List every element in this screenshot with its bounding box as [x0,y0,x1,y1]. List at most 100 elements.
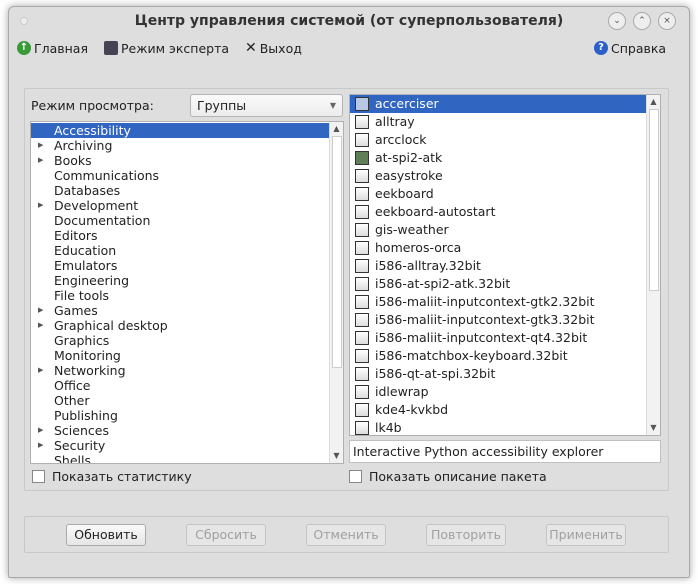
group-label: Books [54,153,92,168]
reset-button[interactable]: Сбросить [186,524,266,546]
group-item[interactable]: Monitoring [31,348,329,363]
package-item[interactable]: arcclock [350,131,647,149]
package-checkbox[interactable] [355,133,369,147]
group-label: Engineering [54,273,129,288]
show-description-checkbox[interactable]: Показать описание пакета [349,469,547,484]
package-item[interactable]: i586-matchbox-keyboard.32bit [350,347,647,365]
group-item[interactable]: ▶ Books [31,153,329,168]
show-stats-checkbox[interactable]: Показать статистику [32,469,192,484]
group-item[interactable]: Shells [31,453,329,463]
scroll-up-icon[interactable]: ▲ [647,95,660,109]
scroll-up-icon[interactable]: ▲ [330,122,343,136]
package-checkbox[interactable] [355,349,369,363]
group-item[interactable]: Accessibility [31,123,329,138]
package-checkbox[interactable] [355,403,369,417]
group-item[interactable]: Databases [31,183,329,198]
packages-list[interactable]: lk4b kde4-kvkbd idlewrap i586-qt-at-spi.32b… [349,94,661,436]
package-item[interactable]: homeros-orca [350,239,647,257]
package-item[interactable]: alltray [350,113,647,131]
package-name: i586-maliit-inputcontext-qt4.32bit [375,330,588,345]
package-item[interactable]: i586-alltray.32bit [350,257,647,275]
scroll-down-icon[interactable]: ▼ [647,421,660,435]
group-item[interactable]: File tools [31,288,329,303]
package-checkbox[interactable] [355,367,369,381]
package-checkbox[interactable] [355,169,369,183]
package-name: eekboard-autostart [375,204,496,219]
package-checkbox[interactable] [355,97,369,111]
expand-arrow-icon[interactable]: ▶ [38,198,43,213]
package-name: arcclock [375,132,427,147]
package-item[interactable]: eekboard [350,185,647,203]
expand-arrow-icon[interactable]: ▶ [38,318,43,333]
group-item[interactable]: Documentation [31,213,329,228]
package-item[interactable]: at-spi2-atk [350,149,647,167]
expand-arrow-icon[interactable]: ▶ [38,303,43,318]
package-item[interactable]: gis-weather [350,221,647,239]
package-item[interactable]: i586-maliit-inputcontext-gtk2.32bit [350,293,647,311]
package-item[interactable]: idlewrap [350,383,647,401]
group-item[interactable]: ▶ Archiving [31,138,329,153]
package-item[interactable]: eekboard-autostart [350,203,647,221]
package-checkbox[interactable] [355,277,369,291]
package-item[interactable]: accerciser [350,95,647,113]
package-item[interactable]: easystroke [350,167,647,185]
group-item[interactable]: Communications [31,168,329,183]
group-item[interactable]: ▶ Games [31,303,329,318]
view-mode-select[interactable]: Группы ▼ [190,94,343,117]
package-checkbox[interactable] [355,331,369,345]
expand-arrow-icon[interactable]: ▶ [38,363,43,378]
package-name: alltray [375,114,415,129]
apply-button[interactable]: Применить [546,524,626,546]
group-item[interactable]: ▶ Graphical desktop [31,318,329,333]
group-item[interactable]: Education [31,243,329,258]
package-item[interactable]: i586-maliit-inputcontext-gtk3.32bit [350,311,647,329]
scroll-thumb[interactable] [649,109,659,291]
package-checkbox[interactable] [355,223,369,237]
package-checkbox[interactable] [355,205,369,219]
group-item[interactable]: Office [31,378,329,393]
scroll-thumb[interactable] [332,136,342,368]
group-item[interactable]: ▶ Sciences [31,423,329,438]
expand-arrow-icon[interactable]: ▶ [38,423,43,438]
package-checkbox[interactable] [355,241,369,255]
package-checkbox[interactable] [355,385,369,399]
package-checkbox[interactable] [355,313,369,327]
dropdown-arrow-icon: ▼ [329,101,336,110]
package-name: i586-maliit-inputcontext-gtk3.32bit [375,312,595,327]
package-checkbox[interactable] [355,115,369,129]
redo-button[interactable]: Повторить [426,524,506,546]
group-item[interactable]: Graphics [31,333,329,348]
refresh-button[interactable]: Обновить [66,524,146,546]
group-item[interactable]: Emulators [31,258,329,273]
group-item[interactable]: Engineering [31,273,329,288]
package-item[interactable]: i586-at-spi2-atk.32bit [350,275,647,293]
package-checkbox[interactable] [355,295,369,309]
expand-arrow-icon[interactable]: ▶ [38,138,43,153]
package-checkbox[interactable] [355,259,369,273]
groups-scrollbar[interactable]: ▲ ▼ [329,122,343,463]
package-item[interactable]: kde4-kvkbd [350,401,647,419]
package-item[interactable]: i586-maliit-inputcontext-qt4.32bit [350,329,647,347]
scroll-down-icon[interactable]: ▼ [330,449,343,463]
expand-arrow-icon[interactable]: ▶ [38,153,43,168]
package-checkbox[interactable] [355,151,369,165]
group-label: Accessibility [54,123,131,138]
package-item[interactable]: lk4b [350,419,647,435]
cancel-button[interactable]: Отменить [306,524,386,546]
packages-scrollbar[interactable]: ▲ ▼ [646,95,660,435]
package-checkbox[interactable] [355,421,369,435]
group-item[interactable]: Other [31,393,329,408]
expand-arrow-icon[interactable]: ▶ [38,438,43,453]
group-item[interactable]: ▶ Networking [31,363,329,378]
group-item[interactable]: Publishing [31,408,329,423]
checkbox-box[interactable] [349,470,362,483]
view-mode-value: Группы [197,98,247,113]
checkbox-box[interactable] [32,470,45,483]
group-item[interactable]: Editors [31,228,329,243]
package-item[interactable]: i586-qt-at-spi.32bit [350,365,647,383]
package-checkbox[interactable] [355,187,369,201]
group-item[interactable]: ▶ Security [31,438,329,453]
groups-tree[interactable]: Shells ▶ Security ▶ Sciences Publishing Other O… [30,121,344,464]
show-stats-label: Показать статистику [52,469,192,484]
group-item[interactable]: ▶ Development [31,198,329,213]
